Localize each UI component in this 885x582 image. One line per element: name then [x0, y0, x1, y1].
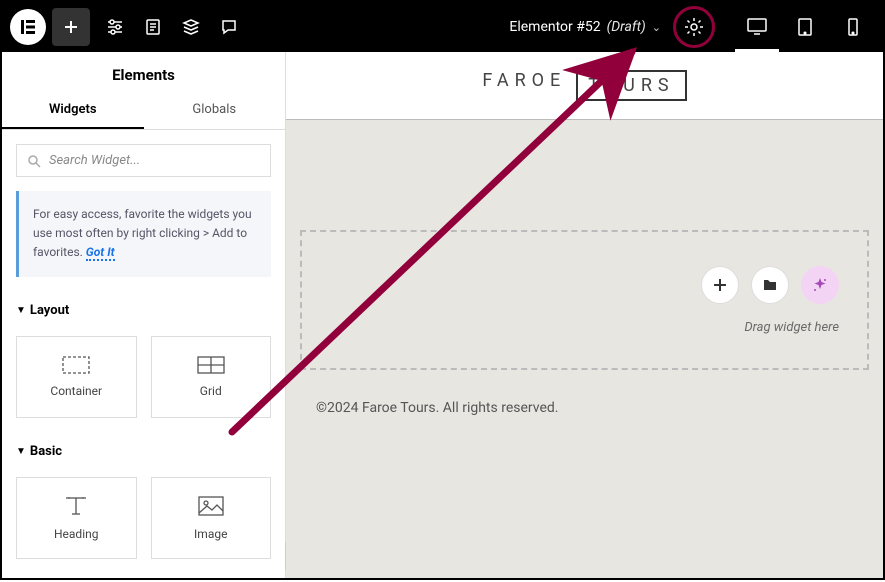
widget-heading[interactable]: Heading: [16, 477, 137, 559]
notes-icon[interactable]: [210, 2, 248, 52]
widget-label: Container: [50, 384, 102, 398]
editor-canvas: FAROE TOURS Drag widget here ©2024 Faroe…: [286, 52, 883, 578]
section-layout-header[interactable]: ▼ Layout: [2, 295, 285, 326]
heading-icon: [62, 495, 90, 517]
mobile-view-button[interactable]: [831, 2, 875, 52]
favorites-tip: For easy access, favorite the widgets yo…: [16, 191, 271, 277]
site-header: FAROE TOURS: [286, 52, 883, 120]
chevron-down-icon: ⌄: [652, 21, 661, 34]
draft-label: (Draft): [607, 19, 646, 35]
basic-widgets: Heading Image: [2, 467, 285, 577]
section-layout-title: Layout: [30, 303, 69, 318]
responsive-controls: [725, 2, 875, 52]
elementor-logo[interactable]: [10, 9, 46, 45]
history-layers-icon[interactable]: [172, 2, 210, 52]
caret-down-icon: ▼: [16, 305, 26, 316]
tip-got-it[interactable]: Got It: [86, 245, 115, 261]
page-name: Elementor #52: [509, 19, 600, 35]
section-basic-header[interactable]: ▼ Basic: [2, 436, 285, 467]
widget-label: Heading: [54, 527, 99, 541]
empty-section-dropzone[interactable]: Drag widget here: [300, 230, 869, 370]
tab-widgets[interactable]: Widgets: [2, 92, 144, 129]
page-structure-icon[interactable]: [134, 2, 172, 52]
section-basic-title: Basic: [30, 444, 62, 459]
top-toolbar: Elementor #52 (Draft) ⌄: [2, 2, 883, 52]
panel-title: Elements: [2, 52, 285, 92]
brand-tours: TOURS: [576, 70, 686, 101]
add-template-button[interactable]: [751, 266, 789, 304]
tablet-view-button[interactable]: [783, 2, 827, 52]
layout-widgets: Container Grid: [2, 326, 285, 436]
panel-tabs: Widgets Globals: [2, 92, 285, 130]
dropzone-hint: Drag widget here: [744, 320, 839, 335]
tip-text: For easy access, favorite the widgets yo…: [33, 207, 252, 259]
tab-globals[interactable]: Globals: [144, 92, 286, 129]
add-section-button[interactable]: [701, 266, 739, 304]
search-icon: [27, 154, 41, 168]
toolbar-left-group: [10, 2, 248, 52]
brand-faroe: FAROE: [482, 70, 566, 101]
site-settings-icon[interactable]: [96, 2, 134, 52]
main-area: Elements Widgets Globals Search Widget..…: [2, 52, 883, 578]
widget-container[interactable]: Container: [16, 336, 137, 418]
desktop-view-button[interactable]: [735, 2, 779, 52]
widget-label: Image: [194, 527, 227, 541]
dropzone-actions: [701, 266, 839, 304]
page-settings-highlight: [673, 6, 715, 48]
grid-icon: [197, 356, 225, 374]
search-placeholder: Search Widget...: [49, 153, 140, 168]
search-input[interactable]: Search Widget...: [16, 144, 271, 177]
widget-image[interactable]: Image: [151, 477, 272, 559]
page-title-dropdown[interactable]: Elementor #52 (Draft) ⌄: [509, 19, 661, 35]
caret-down-icon: ▼: [16, 446, 26, 457]
search-wrap: Search Widget...: [2, 130, 285, 191]
elements-panel: Elements Widgets Globals Search Widget..…: [2, 52, 286, 578]
widget-grid[interactable]: Grid: [151, 336, 272, 418]
page-settings-button[interactable]: [684, 17, 704, 37]
container-icon: [62, 356, 90, 374]
toolbar-center-group: Elementor #52 (Draft) ⌄: [248, 6, 725, 48]
site-footer-text: ©2024 Faroe Tours. All rights reserved.: [286, 400, 883, 416]
widget-label: Grid: [200, 384, 222, 398]
add-element-button[interactable]: [52, 8, 90, 46]
image-icon: [197, 495, 225, 517]
ai-button[interactable]: [801, 266, 839, 304]
